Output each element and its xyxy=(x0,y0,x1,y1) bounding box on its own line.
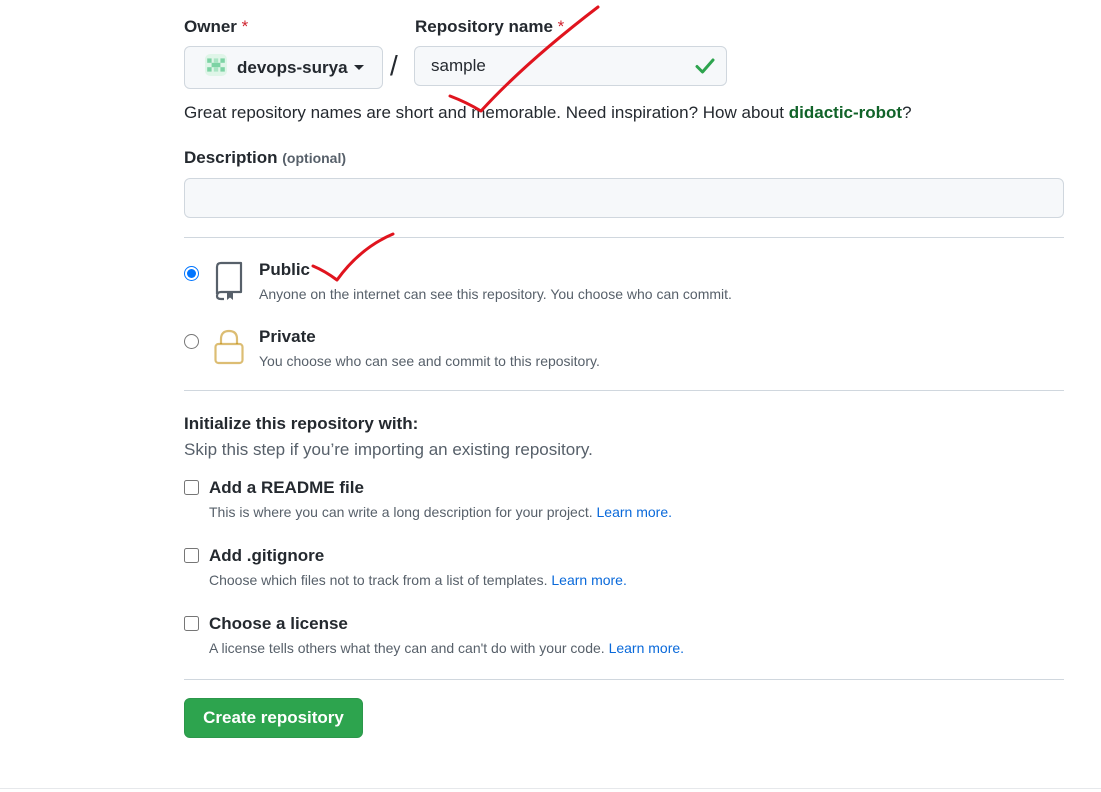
owner-name: devops-surya xyxy=(237,57,348,77)
gitignore-label: Add .gitignore xyxy=(209,546,325,565)
readme-label: Add a README file xyxy=(209,478,364,497)
identicon-avatar-icon xyxy=(205,54,227,81)
private-description: You choose who can see and commit to thi… xyxy=(259,353,600,369)
owner-dropdown[interactable]: devops-surya xyxy=(184,46,383,89)
annotation-check-public xyxy=(311,232,395,282)
create-repository-button[interactable]: Create repository xyxy=(184,698,363,738)
lock-icon xyxy=(212,328,246,373)
owner-repo-separator: / xyxy=(390,50,398,81)
gitignore-learn-more-link[interactable]: Learn more. xyxy=(551,572,626,588)
public-radio[interactable] xyxy=(184,266,199,281)
license-checkbox[interactable] xyxy=(184,616,199,631)
caret-down-icon xyxy=(353,65,364,70)
private-title: Private xyxy=(259,327,316,346)
repo-book-icon xyxy=(212,261,246,306)
license-description: A license tells others what they can and… xyxy=(209,640,685,656)
divider xyxy=(184,679,1064,680)
owner-required-mark: * xyxy=(241,17,249,36)
readme-checkbox[interactable] xyxy=(184,480,199,495)
repository-name-label: Repository name * xyxy=(415,17,565,36)
readme-description: This is where you can write a long descr… xyxy=(209,504,672,520)
public-title: Public xyxy=(259,260,311,279)
readme-learn-more-link[interactable]: Learn more. xyxy=(597,504,672,520)
owner-label: Owner * xyxy=(184,17,249,36)
license-learn-more-link[interactable]: Learn more. xyxy=(609,640,684,656)
gitignore-description: Choose which files not to track from a l… xyxy=(209,572,627,588)
repository-name-input[interactable] xyxy=(414,46,727,86)
divider xyxy=(184,237,1064,238)
name-suggestion[interactable]: didactic-robot xyxy=(789,103,902,122)
initialize-title: Initialize this repository with: xyxy=(184,414,419,433)
license-label: Choose a license xyxy=(209,614,348,633)
check-icon xyxy=(695,57,715,80)
public-description: Anyone on the internet can see this repo… xyxy=(259,286,732,302)
repository-name-hint: Great repository names are short and mem… xyxy=(184,103,912,122)
private-radio[interactable] xyxy=(184,334,199,349)
description-input[interactable] xyxy=(184,178,1064,218)
initialize-subtitle: Skip this step if you’re importing an ex… xyxy=(184,440,593,459)
divider xyxy=(184,390,1064,391)
gitignore-checkbox[interactable] xyxy=(184,548,199,563)
description-optional: (optional) xyxy=(282,150,347,166)
repository-required-mark: * xyxy=(557,17,565,36)
footer-divider xyxy=(0,788,1101,789)
description-label: Description (optional) xyxy=(184,148,347,167)
